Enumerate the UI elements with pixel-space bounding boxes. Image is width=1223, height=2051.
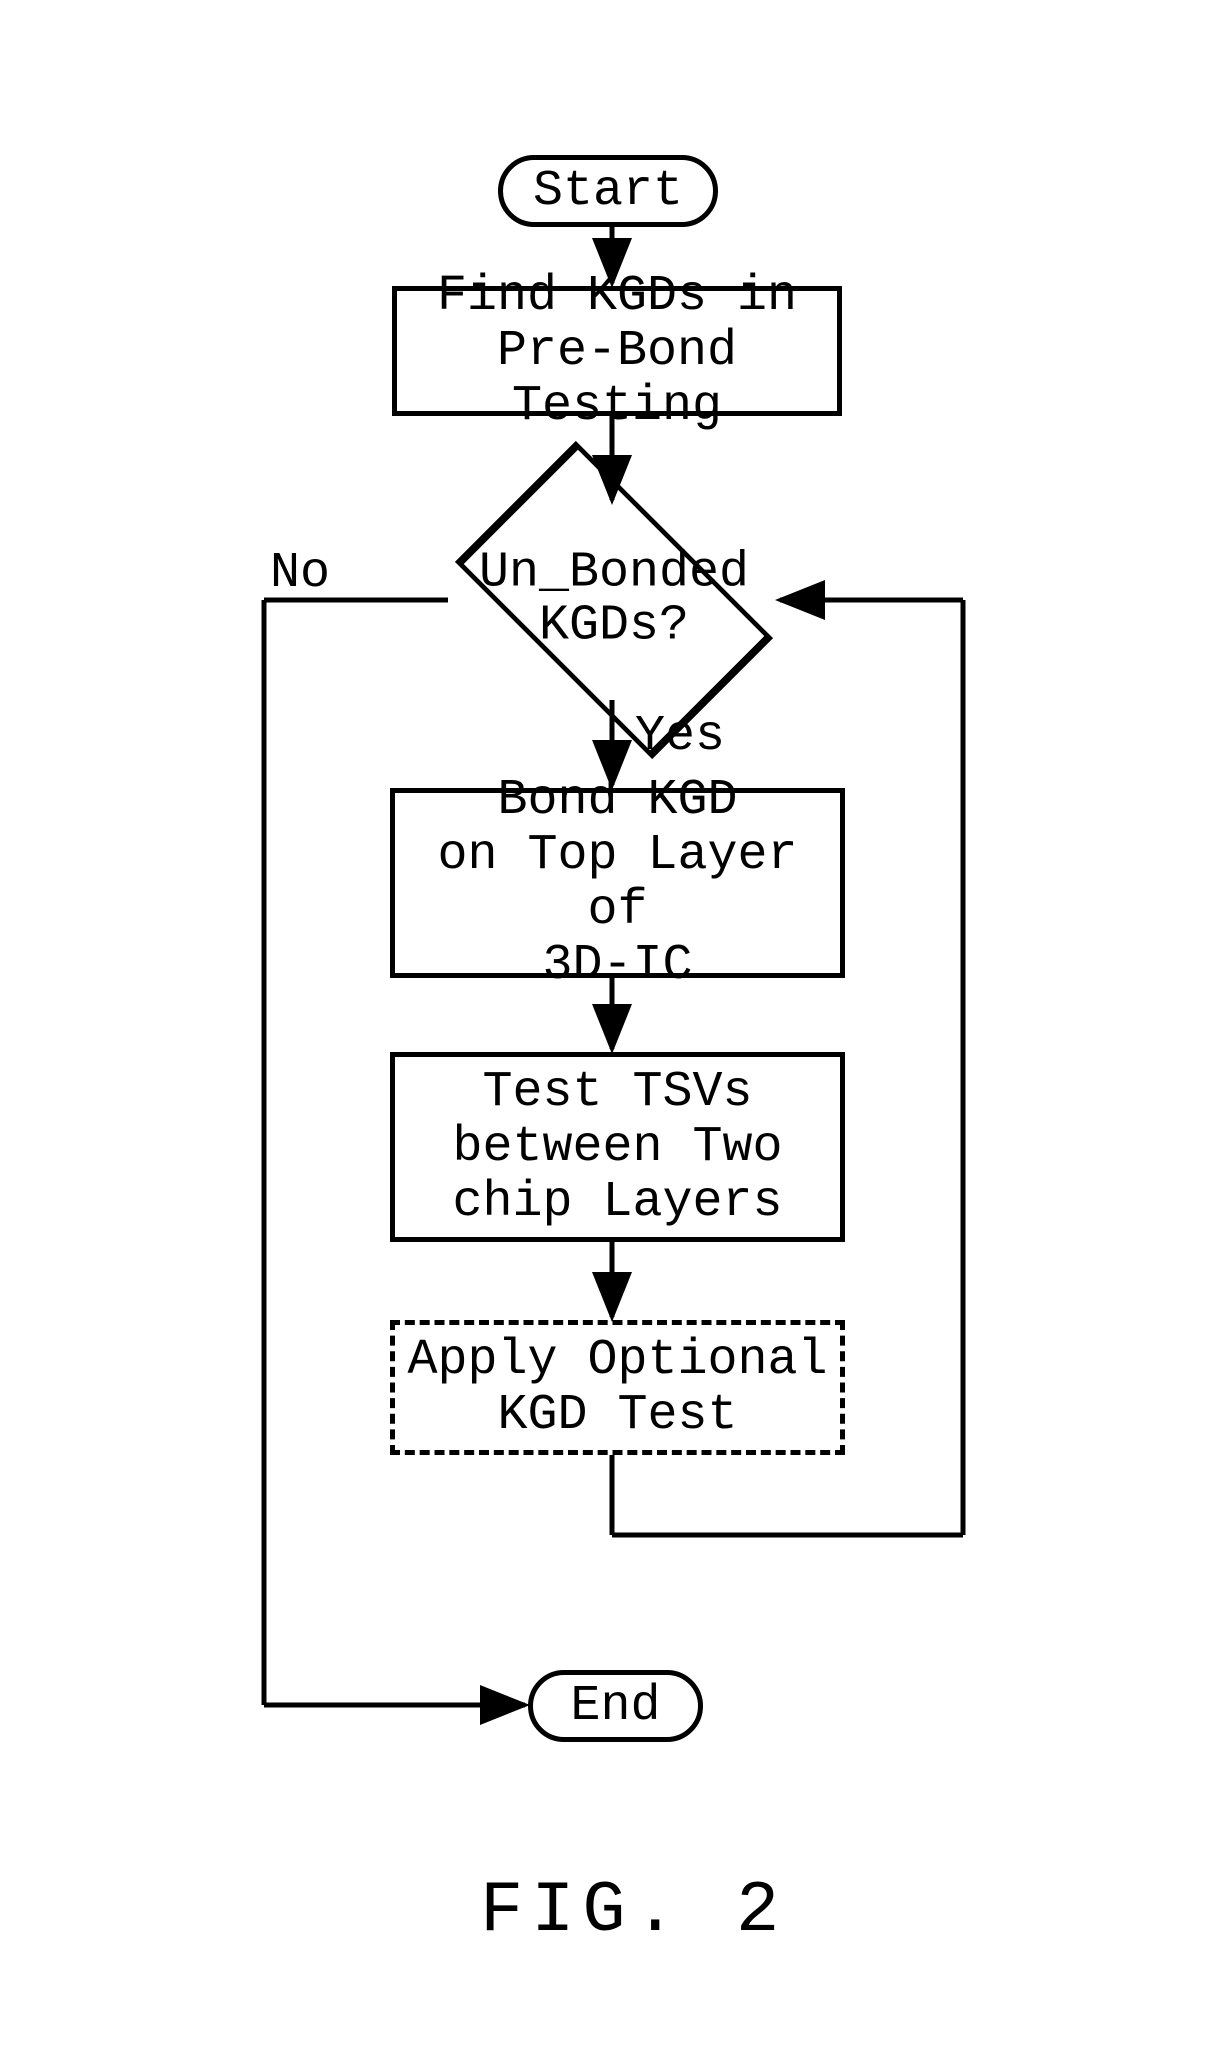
optional-kgd-test-process: Apply Optional KGD Test bbox=[390, 1320, 845, 1455]
flowchart-canvas: Start Find KGDs in Pre-Bond Testing Un_B… bbox=[0, 0, 1223, 2051]
yes-label: Yes bbox=[635, 708, 725, 765]
end-text: End bbox=[570, 1678, 660, 1735]
bond-kgd-text: Bond KGD on Top Layer of 3D-IC bbox=[407, 773, 828, 993]
find-kgds-text: Find KGDs in Pre-Bond Testing bbox=[409, 269, 825, 434]
optional-kgd-test-text: Apply Optional KGD Test bbox=[407, 1333, 827, 1443]
unbonded-decision: Un_Bonded KGDs? bbox=[434, 500, 794, 700]
end-terminal: End bbox=[528, 1670, 703, 1742]
no-label: No bbox=[270, 545, 330, 602]
start-terminal: Start bbox=[498, 155, 718, 227]
test-tsvs-text: Test TSVs between Two chip Layers bbox=[452, 1065, 782, 1230]
bond-kgd-process: Bond KGD on Top Layer of 3D-IC bbox=[390, 788, 845, 978]
decision-text: Un_Bonded KGDs? bbox=[479, 548, 749, 653]
test-tsvs-process: Test TSVs between Two chip Layers bbox=[390, 1052, 845, 1242]
start-text: Start bbox=[533, 163, 683, 220]
figure-caption: FIG. 2 bbox=[480, 1870, 787, 1952]
find-kgds-process: Find KGDs in Pre-Bond Testing bbox=[392, 286, 842, 416]
